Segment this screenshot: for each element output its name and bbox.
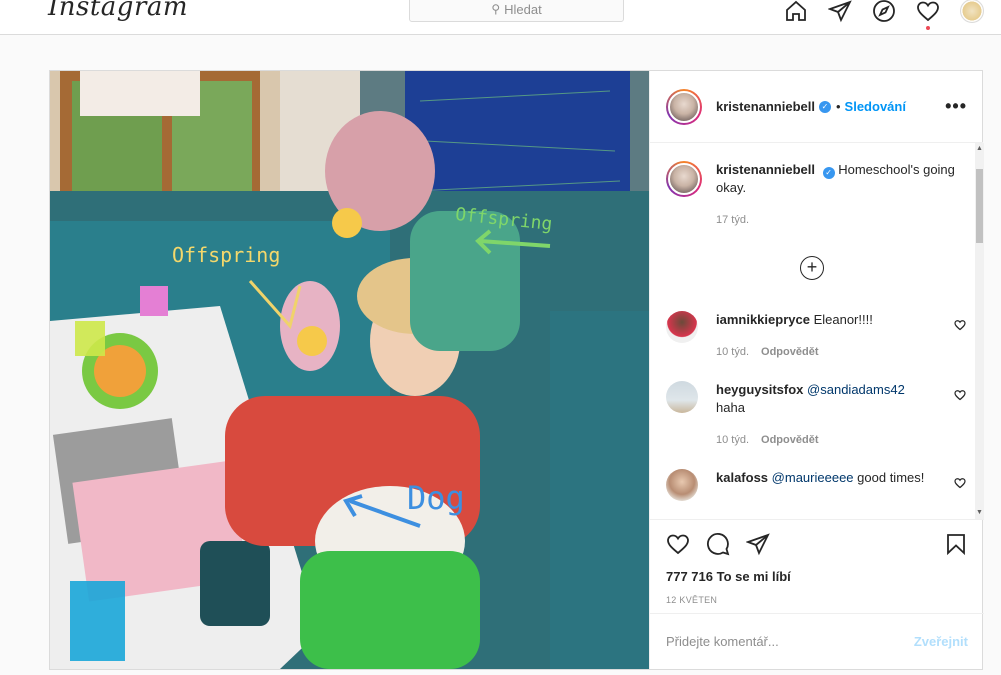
avatar (960, 0, 984, 23)
nav-icons (782, 0, 1001, 30)
direct-icon[interactable] (826, 0, 854, 25)
add-comment-input[interactable]: Přidejte komentář... (666, 634, 779, 649)
home-icon[interactable] (782, 0, 810, 25)
post-card: Offspring Offspring Dog kristenanniebell… (49, 70, 984, 670)
activity-heart-icon[interactable] (914, 0, 942, 30)
comment-text: good times! (857, 470, 925, 485)
notification-dot (926, 26, 930, 30)
comment-mention[interactable]: @maurieeeee (772, 470, 854, 485)
like-comment-heart-icon[interactable] (954, 319, 966, 331)
comment-text: Eleanor!!!! (813, 312, 873, 327)
author-avatar[interactable] (666, 88, 702, 125)
reply-button[interactable]: Odpovědět (761, 346, 818, 358)
comment-item: iamnikkiepryce Eleanor!!!! 10 týd. Odpově… (666, 311, 966, 361)
like-comment-heart-icon[interactable] (954, 389, 966, 401)
comment-username[interactable]: iamnikkiepryce (716, 312, 810, 327)
like-heart-icon[interactable] (666, 532, 690, 556)
commenter-avatar[interactable] (666, 381, 698, 413)
commenter-avatar[interactable] (666, 311, 698, 343)
comments-list[interactable]: kristenanniebell ✓ Homeschool's going ok… (650, 143, 984, 519)
profile-avatar[interactable] (958, 0, 986, 25)
separator-dot: • (835, 99, 841, 114)
likes-count[interactable]: 777 716 To se mi líbí (666, 569, 968, 584)
reply-button[interactable]: Odpovědět (761, 434, 818, 446)
save-bookmark-icon[interactable] (944, 532, 968, 556)
author-username[interactable]: kristenanniebell (716, 99, 815, 114)
search-placeholder: Hledat (504, 1, 542, 17)
comment-mention[interactable]: @sandiadams42 (807, 382, 905, 397)
search-input[interactable]: ⚲ Hledat (409, 0, 624, 22)
caption-avatar[interactable] (666, 161, 702, 197)
add-comment-bar: Přidejte komentář... Zveřejnit (650, 613, 984, 669)
avatar (668, 90, 700, 123)
post-sidebar: kristenanniebell ✓ • Sledování ••• krist… (649, 71, 984, 669)
following-button[interactable]: Sledování (845, 99, 906, 114)
publish-button[interactable]: Zveřejnit (914, 634, 968, 649)
scroll-up-arrow-icon[interactable]: ▲ (975, 143, 984, 155)
more-options-button[interactable]: ••• (945, 96, 967, 117)
scroll-down-arrow-icon[interactable]: ▼ (975, 507, 984, 519)
comment-text: haha (716, 400, 745, 415)
caption-username[interactable]: kristenanniebell (716, 162, 815, 177)
comment-item: kalafoss @maurieeeee good times! (666, 469, 966, 501)
post-header: kristenanniebell ✓ • Sledování ••• (650, 71, 983, 143)
explore-icon[interactable] (870, 0, 898, 25)
comment-username[interactable]: kalafoss (716, 470, 768, 485)
verified-badge-icon: ✓ (822, 167, 835, 179)
comment-time[interactable]: 10 týd. (716, 434, 749, 446)
load-more-comments-button[interactable]: + (800, 256, 824, 280)
comment-time[interactable]: 10 týd. (716, 346, 749, 358)
photo-illustration (50, 71, 649, 669)
caption-time[interactable]: 17 týd. (716, 214, 749, 226)
top-nav: Instagram ⚲ Hledat (0, 0, 1001, 35)
like-comment-heart-icon[interactable] (954, 477, 966, 489)
comment-item: heyguysitsfox @sandiadams42 haha 10 týd.… (666, 381, 966, 449)
post-date[interactable]: 12 KVĚTEN (666, 595, 968, 605)
scrollbar-thumb[interactable] (976, 169, 983, 243)
avatar (668, 163, 700, 195)
comment-bubble-icon[interactable] (706, 532, 730, 556)
comments-scrollbar[interactable]: ▲ ▼ (975, 143, 984, 519)
caption: kristenanniebell ✓ Homeschool's going ok… (666, 161, 966, 229)
instagram-logo[interactable]: Instagram (48, 0, 188, 22)
verified-badge-icon: ✓ (818, 100, 831, 113)
post-actions: 777 716 To se mi líbí 12 KVĚTEN (650, 519, 984, 605)
overlay-dog: Dog (407, 479, 465, 517)
commenter-avatar[interactable] (666, 469, 698, 501)
post-photo[interactable]: Offspring Offspring Dog (50, 71, 649, 669)
comment-username[interactable]: heyguysitsfox (716, 382, 803, 397)
overlay-offspring-left: Offspring (172, 243, 281, 267)
share-icon[interactable] (746, 532, 770, 556)
search-icon: ⚲ (491, 2, 501, 16)
